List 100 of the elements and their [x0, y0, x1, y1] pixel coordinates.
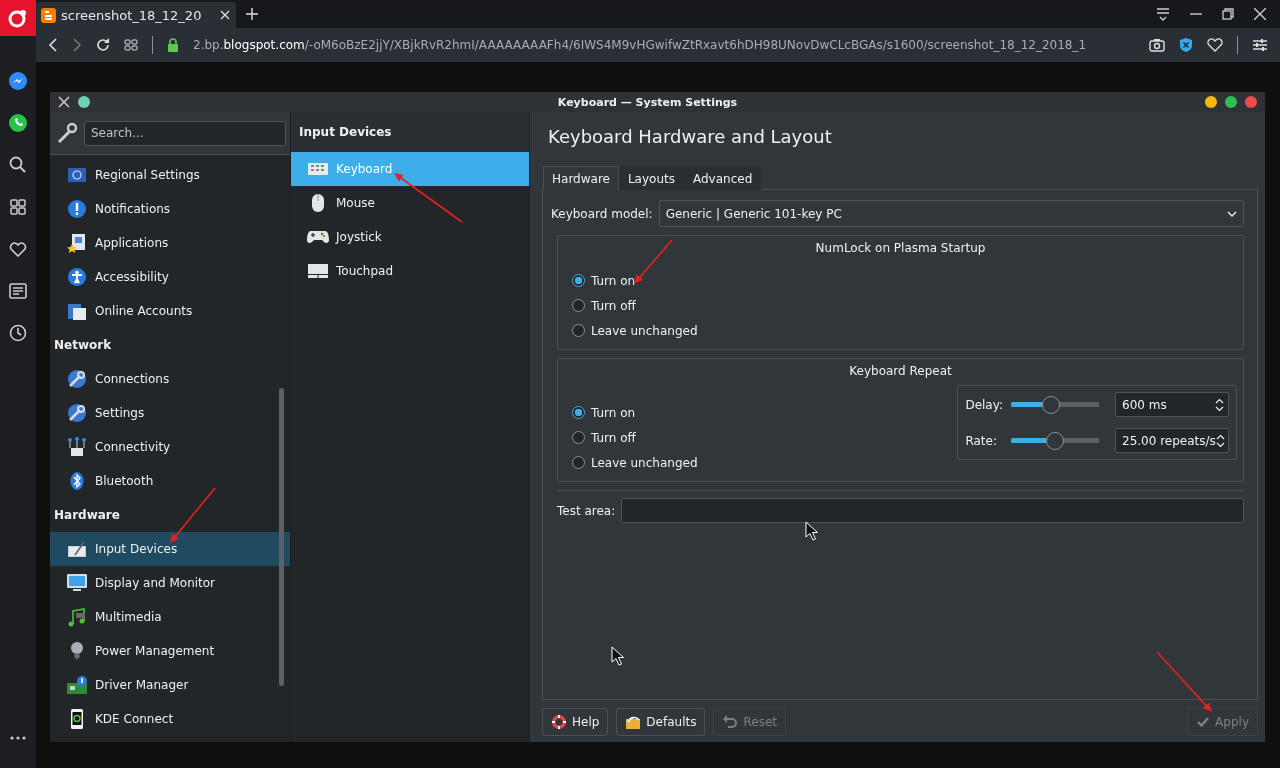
maximize-button[interactable] [1225, 96, 1237, 108]
category-item[interactable]: Notifications [50, 192, 290, 226]
search-field[interactable]: Search... [84, 120, 286, 146]
device-item[interactable]: Touchpad [291, 254, 529, 288]
circuit-board-icon [67, 675, 87, 695]
lock-icon [167, 38, 179, 52]
group-title: Keyboard Repeat [849, 364, 952, 378]
flag-icon [67, 165, 87, 185]
category-item[interactable]: Display and Monitor [50, 566, 290, 600]
pin-button[interactable] [78, 96, 90, 108]
group-title: NumLock on Plasma Startup [815, 241, 986, 255]
window-title: Keyboard — System Settings [556, 95, 739, 109]
close-button[interactable] [1245, 96, 1257, 108]
logo-icon [8, 8, 28, 28]
monitor-icon [67, 573, 87, 593]
heart-icon [1207, 38, 1223, 52]
tab[interactable]: Hardware [543, 166, 619, 190]
keyboard-icon [308, 162, 328, 176]
annotation-arrow [394, 173, 463, 223]
grid-icon [8, 197, 28, 217]
category-item[interactable]: KDE Connect [50, 702, 290, 736]
wrench-icon [56, 122, 78, 144]
device-item[interactable]: Mouse [291, 186, 529, 220]
category-item[interactable]: Connections [50, 362, 290, 396]
test-area-field[interactable] [621, 498, 1244, 523]
radio-option[interactable]: Turn off [572, 429, 698, 446]
gamepad-icon [307, 229, 329, 245]
scrollbar[interactable] [279, 388, 284, 686]
radio-option[interactable]: Leave unchanged [572, 322, 1229, 339]
touchpad-icon [308, 263, 328, 279]
pane-title: Input Devices [291, 112, 529, 152]
category-item[interactable]: Accessibility [50, 260, 290, 294]
browser-tab[interactable]: screenshot_18_12_20 [36, 2, 236, 28]
back-icon [48, 38, 58, 52]
shield-icon [1179, 37, 1193, 53]
page-heading: Keyboard Hardware and Layout [548, 126, 833, 149]
keyboard-model-dropdown[interactable]: Generic | Generic 101-key PC [658, 200, 1244, 227]
close-icon [1254, 8, 1266, 20]
category-item[interactable]: Settings [50, 396, 290, 430]
radio-option[interactable]: Turn off [572, 297, 1229, 314]
category-item[interactable]: Online Accounts [50, 294, 290, 328]
browser-logo[interactable] [0, 0, 36, 36]
music-icon [67, 607, 87, 627]
mouse-icon [310, 193, 326, 213]
radio-option[interactable]: Turn on [572, 272, 1229, 289]
category-item[interactable]: Multimedia [50, 600, 290, 634]
folder-icon [67, 301, 87, 321]
cursor-icon [805, 521, 818, 541]
globe-wrench-icon [67, 403, 87, 423]
heart-icon [8, 239, 28, 259]
radio-option[interactable]: Leave unchanged [572, 454, 698, 471]
category-item[interactable]: Input Devices [50, 532, 290, 566]
globe-wrench-icon [67, 369, 87, 389]
slider-thumb[interactable] [1046, 431, 1064, 450]
tab[interactable]: Advanced [684, 166, 762, 190]
field-label: Test area: [557, 503, 616, 518]
category-item[interactable]: Power Management [50, 634, 290, 668]
reload-icon [96, 38, 110, 52]
annotation-arrow [170, 487, 216, 543]
slider-thumb[interactable] [1041, 395, 1060, 414]
alert-icon [67, 199, 87, 219]
field-label: Keyboard model: [551, 206, 653, 221]
tablet-pen-icon [67, 539, 87, 559]
radio-circle[interactable] [572, 299, 585, 312]
news-icon [8, 281, 28, 301]
help-button[interactable]: Help [542, 708, 609, 736]
minimize-button[interactable] [1205, 96, 1217, 108]
radio-circle[interactable] [572, 456, 585, 469]
minimize-icon [1190, 13, 1202, 15]
radio-circle[interactable] [572, 406, 585, 419]
spin-box[interactable]: 25.00 repeats/s [1115, 428, 1229, 453]
router-icon [67, 437, 87, 457]
search-icon [8, 155, 28, 175]
up-down-icon [1215, 433, 1225, 448]
up-down-icon [1215, 397, 1224, 412]
camera-icon [1149, 38, 1165, 52]
chat-bubble-icon [8, 71, 28, 91]
chevron-down-icon [1227, 210, 1237, 217]
lifebuoy-icon [551, 714, 567, 730]
category-item[interactable]: Driver Manager [50, 668, 290, 702]
radio-option[interactable]: Turn on [572, 404, 698, 421]
radio-circle[interactable] [572, 324, 585, 337]
tools-icon [58, 96, 70, 108]
applications-icon [67, 233, 87, 253]
undo-icon [722, 714, 739, 730]
tab[interactable]: Layouts [618, 166, 684, 190]
radio-circle[interactable] [572, 274, 585, 287]
defaults-button[interactable]: Defaults [616, 708, 706, 736]
category-item[interactable]: Regional Settings [50, 158, 290, 192]
device-item[interactable]: Joystick [291, 220, 529, 254]
blog-icon [41, 7, 56, 23]
radio-circle[interactable] [572, 431, 585, 444]
category-item[interactable]: Bluetooth [50, 464, 290, 498]
slider-label: Rate: [965, 433, 998, 448]
forward-icon [72, 38, 82, 52]
slider-label: Delay: [965, 397, 1003, 412]
section-header: Hardware [53, 507, 120, 524]
spin-box[interactable]: 600 ms [1115, 392, 1229, 417]
category-item[interactable]: Applications [50, 226, 290, 260]
category-item[interactable]: Connectivity [50, 430, 290, 464]
